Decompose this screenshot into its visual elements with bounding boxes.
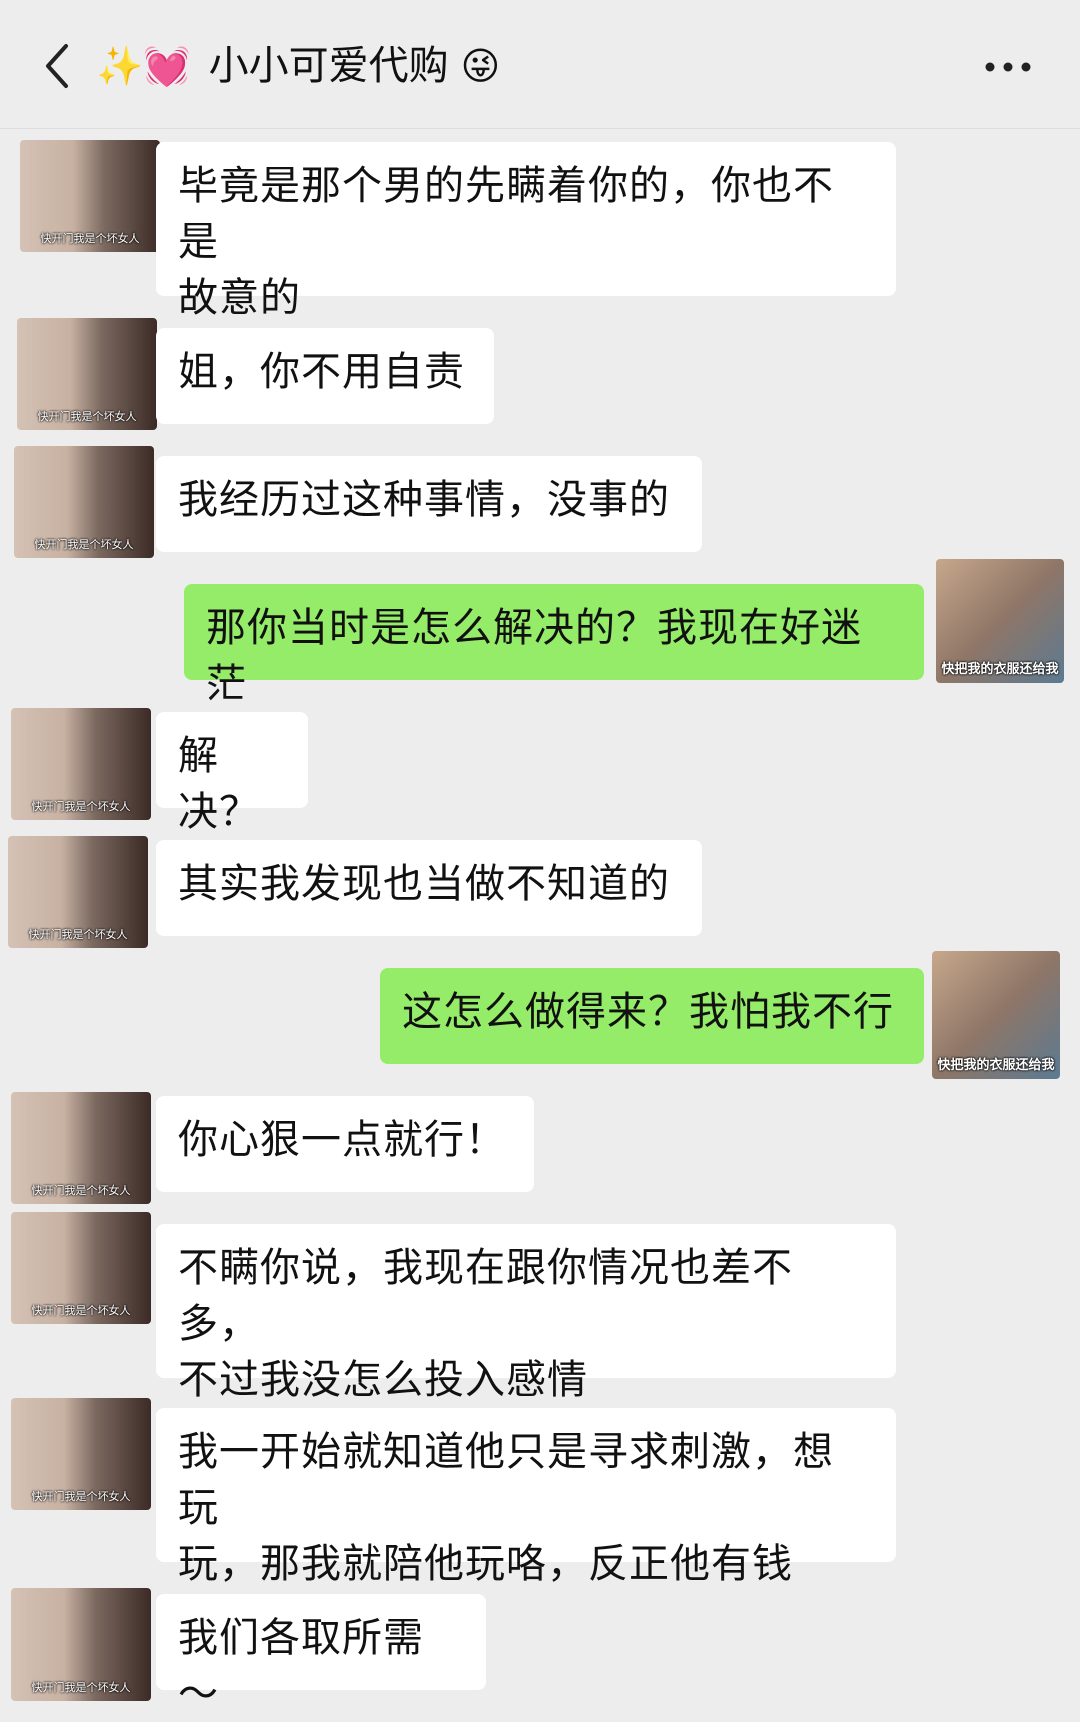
message-bubble-outgoing[interactable]: 这怎么做得来？我怕我不行	[380, 968, 924, 1064]
avatar-caption: 快开门我是个坏女人	[34, 538, 134, 551]
contact-avatar[interactable]: 快开门我是个坏女人	[11, 1212, 151, 1324]
contact-avatar[interactable]: 快开门我是个坏女人	[14, 446, 154, 558]
avatar-caption: 快把我的衣服还给我	[941, 662, 1059, 677]
message-bubble-incoming[interactable]: 我们各取所需～	[156, 1594, 486, 1717]
contact-name: 小小可爱代购	[208, 43, 449, 89]
user-avatar[interactable]: 快把我的衣服还给我	[936, 559, 1064, 683]
contact-avatar[interactable]: 快开门我是个坏女人	[11, 1588, 151, 1701]
more-dots-icon	[985, 62, 1031, 72]
message-bubble-incoming[interactable]: 你心狠一点就行！	[156, 1096, 534, 1192]
message-bubble-incoming[interactable]: 我一开始就知道他只是寻求刺激，想玩 玩，那我就陪他玩咯，反正他有钱	[156, 1408, 896, 1587]
message-bubble-incoming[interactable]: 其实我发现也当做不知道的	[156, 840, 702, 936]
chat-header: ✨💓 小小可爱代购 😜	[0, 0, 1080, 129]
message-bubble-incoming[interactable]: 解决？	[156, 712, 308, 835]
message-bubble-outgoing[interactable]: 那你当时是怎么解决的？我现在好迷茫	[184, 584, 924, 707]
contact-avatar[interactable]: 快开门我是个坏女人	[8, 836, 148, 948]
avatar-caption: 快开门我是个坏女人	[31, 1304, 131, 1317]
contact-avatar[interactable]: 快开门我是个坏女人	[11, 708, 151, 820]
avatar-caption: 快开门我是个坏女人	[31, 1681, 131, 1694]
message-bubble-incoming[interactable]: 毕竟是那个男的先瞒着你的，你也不是 故意的	[156, 142, 896, 321]
avatar-caption: 快开门我是个坏女人	[31, 800, 131, 813]
message-bubble-incoming[interactable]: 不瞒你说，我现在跟你情况也差不多， 不过我没怎么投入感情	[156, 1224, 896, 1403]
avatar-caption: 快开门我是个坏女人	[31, 1490, 131, 1503]
contact-avatar[interactable]: 快开门我是个坏女人	[20, 140, 160, 252]
avatar-caption: 快把我的衣服还给我	[937, 1058, 1055, 1073]
avatar-caption: 快开门我是个坏女人	[40, 232, 140, 245]
winking-tongue-emoji: 😜	[460, 44, 501, 88]
user-avatar[interactable]: 快把我的衣服还给我	[932, 951, 1060, 1079]
message-bubble-incoming[interactable]: 姐，你不用自责	[156, 328, 494, 424]
avatar-caption: 快开门我是个坏女人	[31, 1184, 131, 1197]
sparkle-heart-emoji: ✨💓	[96, 44, 191, 88]
more-button[interactable]	[978, 52, 1038, 82]
contact-avatar[interactable]: 快开门我是个坏女人	[11, 1398, 151, 1510]
chevron-left-icon	[46, 44, 68, 88]
contact-avatar[interactable]: 快开门我是个坏女人	[17, 318, 157, 430]
avatar-caption: 快开门我是个坏女人	[37, 410, 137, 423]
chat-title: ✨💓 小小可爱代购 😜	[96, 36, 500, 96]
contact-avatar[interactable]: 快开门我是个坏女人	[11, 1092, 151, 1204]
back-button[interactable]	[30, 36, 90, 96]
message-bubble-incoming[interactable]: 我经历过这种事情，没事的	[156, 456, 702, 552]
avatar-caption: 快开门我是个坏女人	[28, 928, 128, 941]
